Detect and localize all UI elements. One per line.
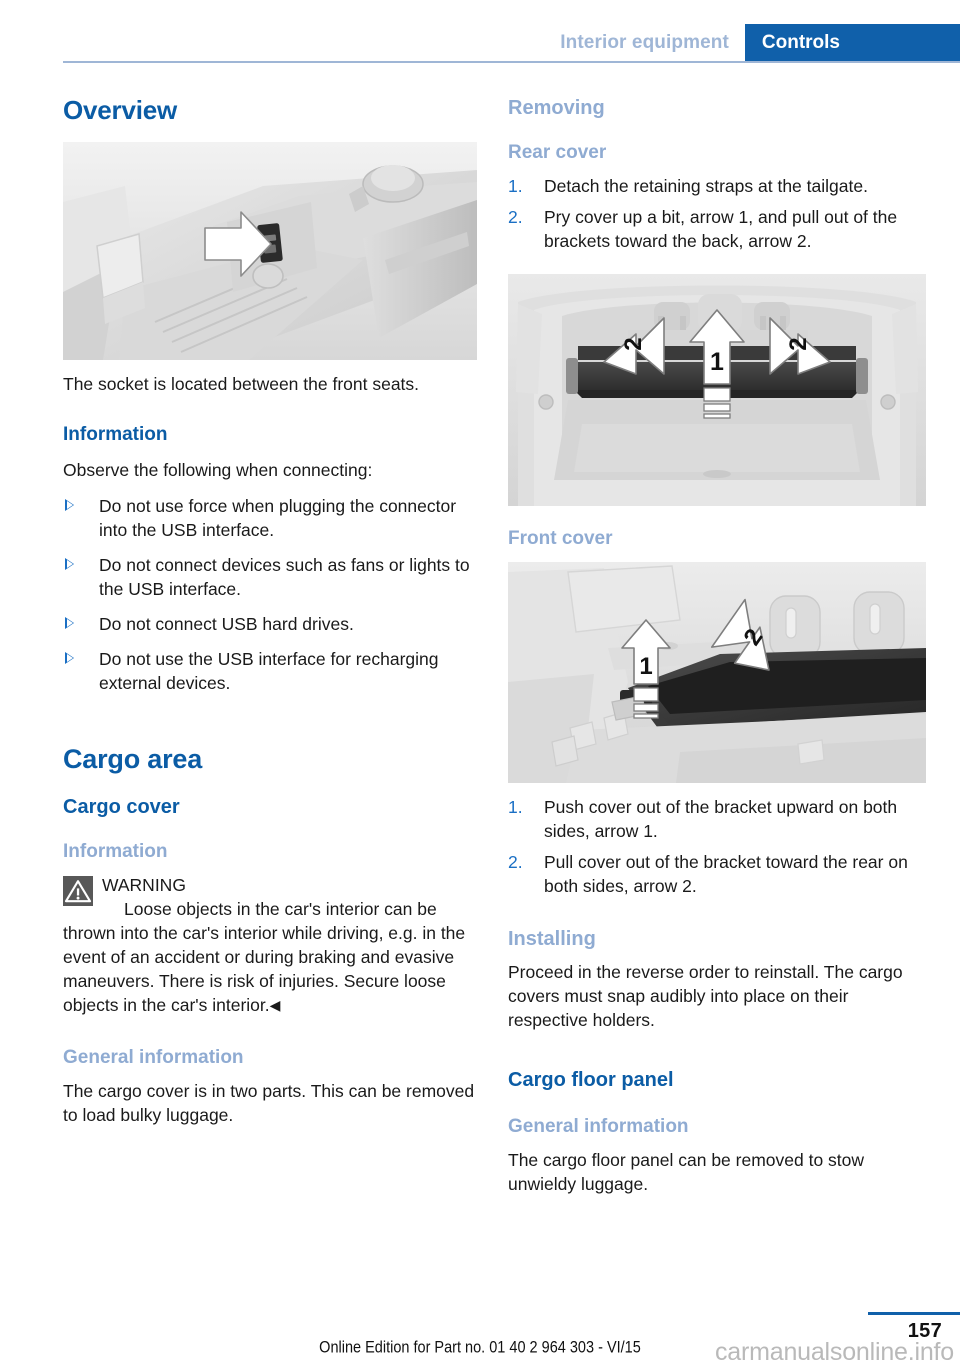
page-header: Interior equipment Controls [0, 0, 960, 63]
list-item: Do not use force when plugging the conne… [63, 494, 477, 542]
triangle-bullet-icon [65, 498, 74, 511]
heading-floor-general-information: General information [508, 1115, 689, 1137]
heading-cargo-area: Cargo area [63, 743, 203, 774]
heading-cargo-floor-panel: Cargo floor panel [508, 1068, 674, 1091]
list-item: 1. Detach the retaining straps at the ta… [508, 174, 922, 198]
list-item: 2. Pry cover up a bit, arrow 1, and pull… [508, 205, 922, 253]
figure-rear-cargo-cover: 1 2 2 [508, 273, 926, 506]
breadcrumb-chapter[interactable]: Interior equipment [542, 24, 745, 61]
figure-center-console-socket [63, 141, 477, 360]
arrow-label-1: 1 [710, 348, 724, 376]
list-item-text: Do not connect devices such as fans or l… [99, 554, 470, 599]
information-bullet-list: Do not use force when plugging the conne… [63, 494, 477, 695]
list-item: 2. Pull cover out of the bracket toward … [508, 850, 922, 898]
list-item-text: Detach the retaining straps at the tailg… [544, 175, 868, 196]
header-tabs: Interior equipment Controls [542, 24, 960, 61]
list-item-text: Do not connect USB hard drives. [99, 613, 354, 634]
list-item: Do not use the USB interface for recharg… [63, 647, 477, 695]
list-item: Do not connect devices such as fans or l… [63, 553, 477, 601]
arrow-label-2-left: 2 [620, 337, 647, 350]
step-number: 1. [508, 175, 523, 196]
left-column: Overview The socket is located between t… [63, 95, 477, 1133]
warning-block: WARNING Loose objects in the car's inter… [63, 873, 477, 1017]
front-cover-steps: 1. Push cover out of the bracket upward … [508, 795, 922, 898]
figure-front-cargo-cover: 1 2 [508, 561, 926, 783]
general-information-text: The cargo cover is in two parts. This ca… [63, 1081, 475, 1126]
list-item-text: Pull cover out of the bracket toward the… [544, 851, 908, 896]
warning-end-mark: ◀ [269, 996, 281, 1013]
figure-socket-caption: The socket is located between the front … [63, 373, 420, 394]
warning-icon [63, 875, 93, 906]
triangle-bullet-icon [65, 616, 74, 629]
list-item-text: Pry cover up a bit, arrow 1, and pull ou… [544, 206, 898, 251]
page-footer: 157 Online Edition for Part no. 01 40 2 … [0, 1300, 960, 1366]
list-item: Do not connect USB hard drives. [63, 612, 477, 636]
heading-cargo-cover: Cargo cover [63, 795, 180, 818]
heading-cargo-information: Information [63, 840, 168, 862]
triangle-bullet-icon [65, 557, 74, 570]
header-divider [63, 61, 960, 63]
heading-information: Information [63, 423, 168, 445]
heading-installing: Installing [508, 927, 596, 950]
heading-removing: Removing [508, 97, 605, 119]
watermark: carmanualsonline.info [714, 1338, 954, 1366]
list-item-text: Do not use force when plugging the conne… [99, 495, 457, 540]
heading-front-cover: Front cover [508, 527, 613, 549]
warning-text: Loose objects in the car's interior can … [63, 898, 466, 1015]
arrow-label-1: 1 [639, 653, 652, 680]
list-item: 1. Push cover out of the bracket upward … [508, 795, 922, 843]
footer-divider [868, 1312, 960, 1315]
breadcrumb-section[interactable]: Controls [744, 24, 960, 61]
heading-general-information: General information [63, 1046, 244, 1068]
floor-general-information-text: The cargo floor panel can be removed to … [508, 1150, 865, 1195]
triangle-bullet-icon [65, 651, 74, 664]
warning-text-wrap: Loose objects in the car's interior can … [63, 897, 477, 1017]
step-number: 2. [508, 851, 523, 872]
warning-label: WARNING [102, 874, 186, 895]
installing-text: Proceed in the reverse order to reinstal… [508, 961, 903, 1030]
rear-cover-steps: 1. Detach the retaining straps at the ta… [508, 174, 922, 253]
right-column: Removing Rear cover 1. Detach the retain… [508, 96, 926, 1202]
step-number: 1. [508, 796, 523, 817]
heading-rear-cover: Rear cover [508, 142, 607, 163]
heading-overview: Overview [63, 95, 178, 125]
information-intro: Observe the following when connecting: [63, 459, 373, 480]
arrow-label-2-right: 2 [785, 337, 812, 350]
list-item-text: Push cover out of the bracket upward on … [544, 796, 898, 841]
step-number: 2. [508, 206, 523, 227]
list-item-text: Do not use the USB interface for recharg… [99, 648, 439, 693]
